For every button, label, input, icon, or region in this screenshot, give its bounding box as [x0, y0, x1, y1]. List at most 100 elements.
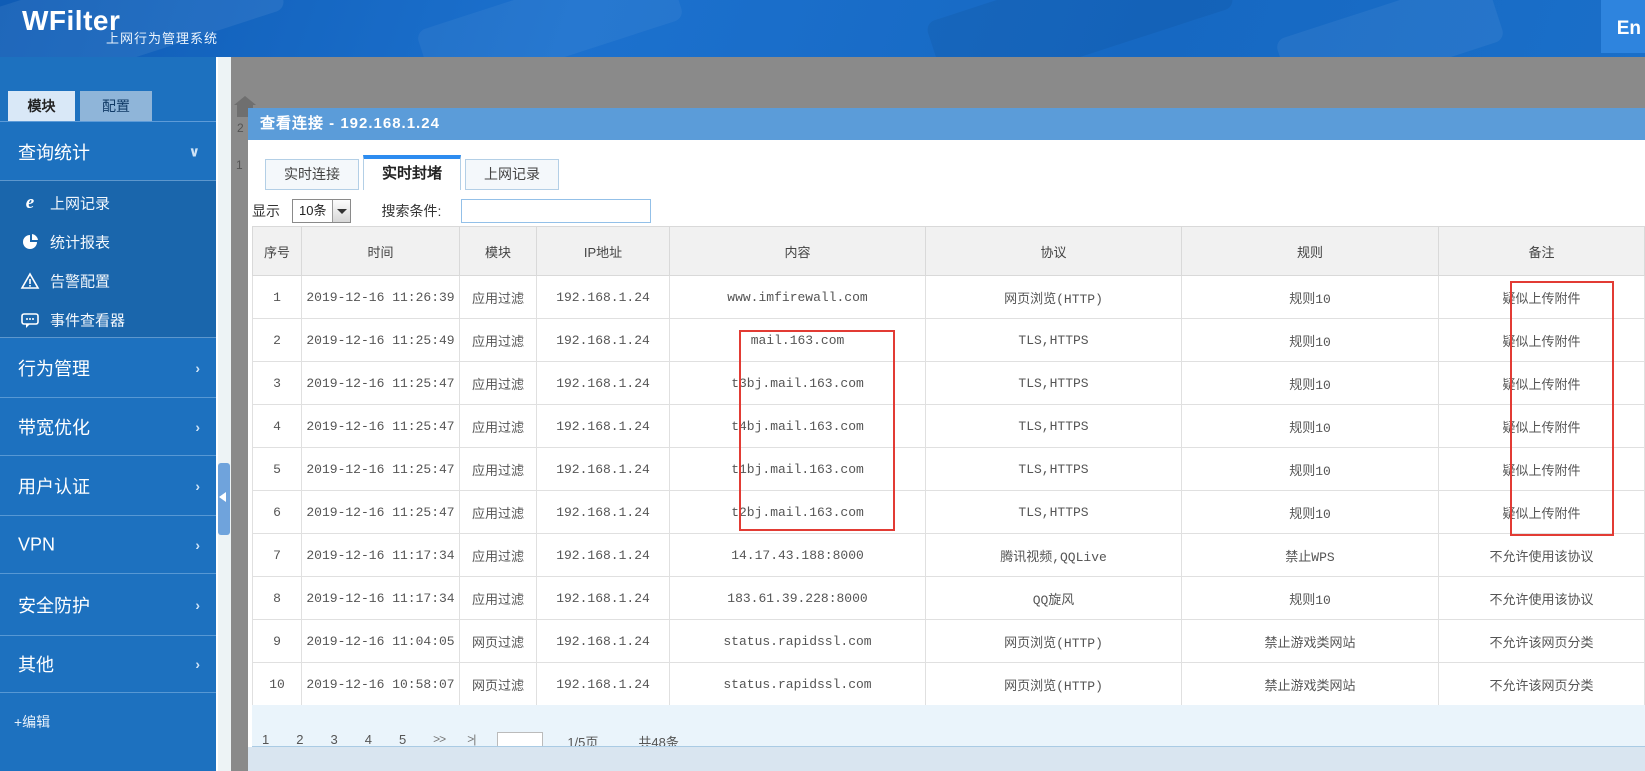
col-rule: 规则	[1181, 226, 1439, 276]
cell-time: 2019-12-16 11:25:47	[301, 490, 460, 534]
col-protocol: 协议	[925, 226, 1182, 276]
background-fragment: 1	[236, 158, 243, 172]
cell-content: status.rapidssl.com	[669, 619, 926, 663]
app-header: WFilter 上网行为管理系统 En	[0, 0, 1645, 57]
cell-protocol: TLS,HTTPS	[925, 361, 1182, 405]
sidebar-tab-modules[interactable]: 模块	[8, 91, 75, 121]
cell-module: 网页过滤	[459, 619, 537, 663]
table-row: 8 2019-12-16 11:17:34 应用过滤 192.168.1.24 …	[252, 576, 1645, 620]
cell-index: 8	[252, 576, 302, 620]
language-toggle[interactable]: En	[1617, 18, 1641, 40]
sidebar-item-alert-config[interactable]: 告警配置	[0, 261, 216, 300]
next-pages-icon[interactable]: >>	[433, 732, 446, 746]
chevron-right-icon: ›	[195, 656, 200, 672]
cell-remark: 疑似上传附件	[1438, 447, 1645, 491]
cell-remark: 不允许该网页分类	[1438, 662, 1645, 706]
cell-index: 6	[252, 490, 302, 534]
sidebar-edit-link[interactable]: +编辑	[14, 712, 50, 732]
cell-module: 应用过滤	[459, 576, 537, 620]
table-row: 7 2019-12-16 11:17:34 应用过滤 192.168.1.24 …	[252, 533, 1645, 577]
total-count: 共48条	[638, 735, 679, 747]
cell-content: t2bj.mail.163.com	[669, 490, 926, 534]
cell-protocol: 网页浏览(HTTP)	[925, 619, 1182, 663]
cell-remark: 疑似上传附件	[1438, 318, 1645, 362]
chevron-down-icon: ∨	[188, 143, 200, 159]
page-5[interactable]: 5	[399, 732, 406, 746]
cell-ip: 192.168.1.24	[536, 318, 670, 362]
col-remark: 备注	[1438, 226, 1645, 276]
blocking-table-wrap: 序号 时间 模块 IP地址 内容 协议 规则 备注 1 2019-12-16 1…	[252, 226, 1645, 706]
cell-content: t4bj.mail.163.com	[669, 404, 926, 448]
sidebar-group-vpn[interactable]: VPN ›	[0, 515, 216, 573]
table-row: 6 2019-12-16 11:25:47 应用过滤 192.168.1.24 …	[252, 490, 1645, 534]
sidebar: 模块 配置 查询统计 ∨ e 上网记录 统计报表 告警配置 事件查看器 行为管理…	[0, 57, 216, 771]
tab-realtime-blocking[interactable]: 实时封堵	[363, 155, 462, 190]
cell-protocol: TLS,HTTPS	[925, 318, 1182, 362]
sidebar-item-web-records[interactable]: e 上网记录	[0, 183, 216, 222]
col-index: 序号	[252, 226, 302, 276]
chevron-right-icon: ›	[195, 359, 200, 376]
col-time: 时间	[301, 226, 460, 276]
cell-ip: 192.168.1.24	[536, 490, 670, 534]
chevron-right-icon: ›	[195, 418, 200, 435]
view-connections-dialog: 查看连接 - 192.168.1.24 实时连接 实时封堵 上网记录 显示 10…	[248, 108, 1645, 747]
show-label: 显示	[252, 203, 280, 219]
chevron-right-icon: ›	[195, 477, 200, 494]
cell-content: www.imfirewall.com	[669, 275, 926, 319]
cell-time: 2019-12-16 11:25:49	[301, 318, 460, 362]
cell-module: 应用过滤	[459, 447, 537, 491]
cell-remark: 不允许使用该协议	[1438, 533, 1645, 577]
keyboard-decor	[415, 0, 685, 57]
sidebar-group-query-stats[interactable]: 查询统计 ∨	[0, 123, 216, 180]
table-row: 4 2019-12-16 11:25:47 应用过滤 192.168.1.24 …	[252, 404, 1645, 448]
table-row: 2 2019-12-16 11:25:49 应用过滤 192.168.1.24 …	[252, 318, 1645, 362]
cell-protocol: TLS,HTTPS	[925, 404, 1182, 448]
ie-icon: e	[25, 191, 35, 213]
page-1[interactable]: 1	[262, 732, 269, 746]
cell-protocol: 腾讯视频,QQLive	[925, 533, 1182, 577]
page-2[interactable]: 2	[296, 732, 303, 746]
sidebar-group-bandwidth[interactable]: 带宽优化 ›	[0, 397, 216, 455]
dialog-title: 查看连接 - 192.168.1.24	[248, 108, 1645, 140]
tab-realtime-connections[interactable]: 实时连接	[265, 159, 359, 190]
sidebar-tab-config[interactable]: 配置	[80, 91, 152, 121]
cell-module: 应用过滤	[459, 490, 537, 534]
sidebar-collapse-handle[interactable]	[218, 463, 230, 535]
warning-icon	[20, 271, 40, 291]
cell-content: 183.61.39.228:8000	[669, 576, 926, 620]
dialog-tabbar: 实时连接 实时封堵 上网记录	[265, 155, 563, 190]
app-subtitle: 上网行为管理系统	[106, 31, 219, 46]
page-background	[248, 747, 1645, 771]
sidebar-group-security[interactable]: 安全防护 ›	[0, 573, 216, 635]
dropdown-arrow-icon[interactable]	[332, 200, 351, 222]
cell-remark: 疑似上传附件	[1438, 361, 1645, 405]
cell-rule: 规则10	[1181, 361, 1439, 405]
last-page-icon[interactable]: >|	[467, 732, 476, 746]
search-input[interactable]	[461, 199, 652, 223]
cell-protocol: 网页浏览(HTTP)	[925, 275, 1182, 319]
page-jump-input[interactable]	[497, 732, 544, 746]
page-4[interactable]: 4	[365, 732, 372, 746]
sidebar-group-user-auth[interactable]: 用户认证 ›	[0, 455, 216, 515]
cell-remark: 疑似上传附件	[1438, 490, 1645, 534]
sidebar-group-other[interactable]: 其他 ›	[0, 635, 216, 692]
cell-module: 应用过滤	[459, 404, 537, 448]
cell-ip: 192.168.1.24	[536, 662, 670, 706]
sidebar-rail	[216, 57, 231, 771]
sidebar-group-behavior[interactable]: 行为管理 ›	[0, 338, 216, 397]
cell-index: 9	[252, 619, 302, 663]
cell-time: 2019-12-16 11:25:47	[301, 447, 460, 491]
cell-remark: 疑似上传附件	[1438, 404, 1645, 448]
sidebar-item-event-viewer[interactable]: 事件查看器	[0, 300, 216, 339]
sidebar-item-stat-reports[interactable]: 统计报表	[0, 222, 216, 261]
cell-content: status.rapidssl.com	[669, 662, 926, 706]
blocking-table: 序号 时间 模块 IP地址 内容 协议 规则 备注 1 2019-12-16 1…	[252, 226, 1645, 706]
cell-module: 网页过滤	[459, 662, 537, 706]
table-row: 5 2019-12-16 11:25:47 应用过滤 192.168.1.24 …	[252, 447, 1645, 491]
page-size-select[interactable]: 10条	[292, 199, 352, 223]
table-row: 3 2019-12-16 11:25:47 应用过滤 192.168.1.24 …	[252, 361, 1645, 405]
tab-web-records[interactable]: 上网记录	[465, 159, 560, 190]
cell-time: 2019-12-16 11:17:34	[301, 533, 460, 577]
table-row: 1 2019-12-16 11:26:39 应用过滤 192.168.1.24 …	[252, 275, 1645, 319]
page-3[interactable]: 3	[330, 732, 337, 746]
